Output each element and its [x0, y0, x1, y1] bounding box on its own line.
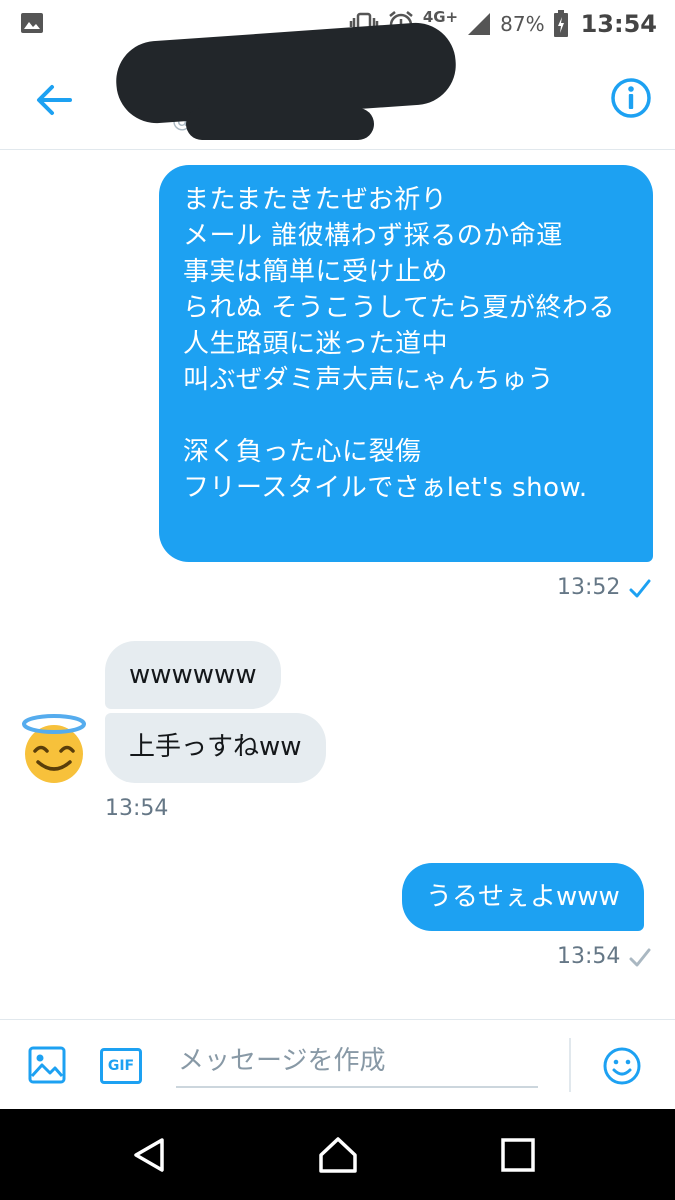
redacted-handle — [186, 108, 374, 140]
navigation-bar — [0, 1109, 675, 1200]
image-icon[interactable] — [28, 1046, 66, 1084]
message-bubble-incoming[interactable]: 上手っすねww — [105, 713, 326, 783]
info-icon[interactable] — [609, 76, 653, 120]
message-timestamp: 13:54 — [105, 796, 169, 821]
nav-home-icon[interactable] — [316, 1133, 360, 1177]
nav-recent-apps-icon[interactable] — [500, 1137, 536, 1173]
message-input[interactable] — [176, 1036, 538, 1088]
back-icon[interactable] — [32, 78, 76, 122]
signal-icon — [468, 13, 491, 35]
composer-divider — [569, 1038, 571, 1092]
message-composer: GIF — [0, 1019, 675, 1109]
sent-check-icon — [629, 948, 651, 967]
battery-icon — [553, 10, 568, 37]
message-timestamp: 13:52 — [557, 575, 621, 600]
gif-button[interactable]: GIF — [100, 1048, 142, 1084]
battery-percent: 87% — [500, 12, 545, 36]
message-bubble-outgoing[interactable]: またまたきたぜお祈り メール 誰彼構わず採るのか命運 事実は簡単に受け止め られ… — [159, 165, 653, 562]
message-timestamp: 13:54 — [557, 944, 621, 969]
read-check-icon — [629, 579, 651, 598]
emoji-icon[interactable] — [602, 1046, 642, 1086]
message-bubble-incoming[interactable]: wwwwww — [105, 641, 281, 709]
status-clock: 13:54 — [580, 10, 657, 38]
gallery-notification-icon — [21, 13, 43, 33]
conversation-header: @ — [0, 20, 675, 150]
message-bubble-outgoing[interactable]: うるせぇよwww — [402, 863, 644, 931]
nav-back-icon[interactable] — [130, 1135, 170, 1175]
network-type: 4G+ — [422, 8, 459, 26]
avatar-halo-emoji-icon[interactable] — [18, 714, 90, 786]
